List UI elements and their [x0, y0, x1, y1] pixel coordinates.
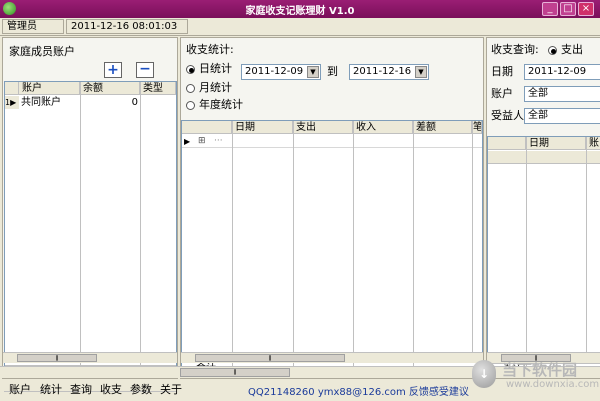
- add-button[interactable]: +: [104, 62, 122, 78]
- menu-stats[interactable]: 统计: [40, 383, 62, 397]
- status-strip: 管理员 2011-12-16 08:01:03: [0, 18, 600, 36]
- datetime-label: 2011-12-16 08:01:03: [66, 19, 188, 34]
- radio-expense[interactable]: [548, 46, 557, 55]
- accounts-grid: 账户 余额 类型 1▶ 共同账户 0 1 0: [4, 81, 177, 378]
- minimize-button[interactable]: _: [542, 2, 558, 16]
- query-account-select[interactable]: 全部: [524, 86, 600, 102]
- grid-line: [293, 121, 294, 361]
- grid-line: [413, 121, 414, 361]
- scroll-thumb[interactable]: ⫼: [195, 354, 345, 362]
- query-date-value: 2011-12-09: [528, 66, 587, 77]
- account-label: 账户: [491, 87, 513, 100]
- menu-query[interactable]: 查询: [70, 383, 92, 397]
- grid-line: [472, 121, 473, 361]
- left-panel: 家庭成员账户 + − 账户 余额 类型 1▶ 共同账户 0 1 0: [2, 37, 178, 392]
- radio-yearly[interactable]: [186, 101, 195, 110]
- query-date-select[interactable]: 2011-12-09: [524, 64, 600, 80]
- cell-account: 共同账户: [21, 97, 61, 108]
- stats-grid: 日期 支出 收入 差额 笔 ▶ ⊞ ··· 合计: [181, 120, 483, 378]
- grid-corner: [182, 121, 232, 134]
- watermark-name: 当下软件园: [502, 361, 578, 379]
- table-row[interactable]: [488, 151, 600, 164]
- from-date-value: 2011-12-09: [245, 66, 304, 77]
- grid-line: [353, 121, 354, 361]
- to-date-value: 2011-12-16: [353, 66, 412, 77]
- middle-hscrollbar[interactable]: ⫼: [181, 352, 483, 363]
- menu-transactions[interactable]: 收支: [100, 383, 122, 397]
- grid-corner: [5, 82, 19, 95]
- remove-button[interactable]: −: [136, 62, 154, 78]
- chevron-down-icon[interactable]: ▼: [307, 66, 319, 78]
- members-title: 家庭成员账户: [9, 45, 75, 58]
- left-hscrollbar[interactable]: ⫼: [3, 352, 177, 363]
- col-balance[interactable]: 余额: [80, 82, 140, 95]
- grid-line: [140, 82, 141, 365]
- maximize-button[interactable]: □: [560, 2, 576, 16]
- middle-panel: 收支统计: 日统计 月统计 年度统计 2011-12-09 ▼ 到 2011-1…: [180, 37, 484, 379]
- expand-icon[interactable]: ⊞: [198, 135, 206, 148]
- col-date[interactable]: 日期: [232, 121, 293, 134]
- cell-balance: 0: [131, 97, 138, 108]
- radio-daily[interactable]: [186, 65, 195, 74]
- col-account[interactable]: 账户: [19, 82, 80, 95]
- more-icon[interactable]: ···: [214, 135, 223, 148]
- watermark: ↓ 当下软件园 www.downxia.com: [470, 356, 600, 398]
- grid-line: [232, 121, 233, 361]
- grid-line: [80, 82, 81, 365]
- menu-params[interactable]: 参数: [130, 383, 152, 397]
- row-marker: ▶: [184, 137, 191, 146]
- close-button[interactable]: ×: [578, 2, 594, 16]
- col-income[interactable]: 收入: [353, 121, 413, 134]
- col-expense[interactable]: 支出: [293, 121, 353, 134]
- chevron-down-icon[interactable]: ▼: [415, 66, 427, 78]
- query-payee-select[interactable]: 全部: [524, 108, 600, 124]
- window-title: 家庭收支记账理财 V1.0: [245, 6, 355, 17]
- query-grid: 日期 账 合计: [487, 136, 600, 378]
- menu-about[interactable]: 关于: [160, 383, 182, 397]
- monthly-label: 月统计: [199, 81, 232, 94]
- grid-line: [526, 137, 527, 363]
- right-panel: 收支查询: 支出 日期 2011-12-09 账户 全部 受益人 全部 日期 账…: [486, 37, 600, 379]
- grid-line: [586, 137, 587, 363]
- to-label: 到: [327, 65, 338, 78]
- yearly-label: 年度统计: [199, 98, 243, 111]
- stats-title: 收支统计:: [186, 43, 234, 56]
- contact-link[interactable]: QQ21148260 ymx88@126.com 反馈感受建议: [248, 383, 469, 398]
- table-row[interactable]: 1▶ 共同账户 0: [5, 96, 176, 109]
- radio-monthly[interactable]: [186, 84, 195, 93]
- row-marker: 1▶: [5, 96, 19, 109]
- title-bar: 家庭收支记账理财 V1.0 _ □ ×: [0, 0, 600, 18]
- col-date[interactable]: 日期: [526, 137, 586, 150]
- daily-label: 日统计: [199, 62, 232, 75]
- col-type[interactable]: 类型: [140, 82, 176, 95]
- date-label: 日期: [491, 65, 513, 78]
- col-count[interactable]: 笔: [472, 121, 482, 134]
- from-date-select[interactable]: 2011-12-09 ▼: [241, 64, 321, 80]
- watermark-url: www.downxia.com: [506, 379, 600, 390]
- payee-label: 受益人: [491, 109, 524, 122]
- download-logo-icon: ↓: [472, 360, 496, 388]
- grid-corner: [488, 137, 526, 150]
- user-label: 管理员: [2, 19, 64, 34]
- col-account[interactable]: 账: [586, 137, 600, 150]
- query-title: 收支查询:: [491, 43, 539, 56]
- col-diff[interactable]: 差额: [413, 121, 472, 134]
- query-payee-value: 全部: [528, 110, 548, 121]
- query-account-value: 全部: [528, 88, 548, 99]
- to-date-select[interactable]: 2011-12-16 ▼: [349, 64, 429, 80]
- expense-label: 支出: [561, 43, 583, 56]
- menu-accounts[interactable]: 账户: [9, 383, 31, 397]
- scroll-thumb[interactable]: ⫼: [180, 368, 290, 377]
- table-row[interactable]: ▶ ⊞ ···: [182, 135, 482, 148]
- scroll-thumb[interactable]: ⫼: [17, 354, 97, 362]
